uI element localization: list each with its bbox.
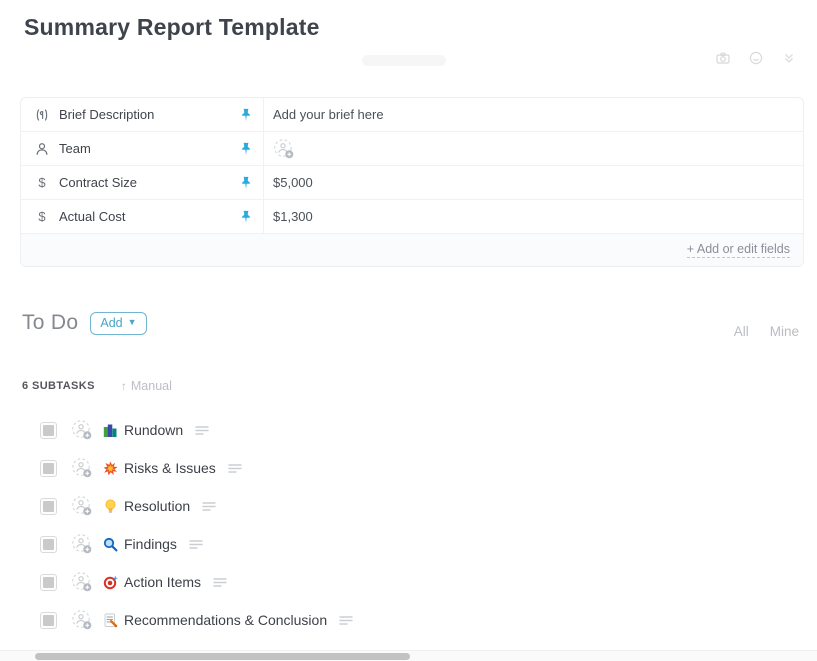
field-value-brief[interactable]: Add your brief here: [264, 98, 803, 131]
checkbox-fill: [43, 577, 54, 588]
field-value-contract-size[interactable]: $5,000: [264, 166, 803, 199]
pin-icon[interactable]: [239, 176, 253, 190]
bar-chart-emoji: [103, 422, 119, 438]
task-row: Action Items: [40, 563, 797, 601]
chevron-down-icon: ▼: [128, 318, 137, 327]
text-field-icon: [34, 107, 50, 123]
description-icon[interactable]: [189, 539, 204, 550]
faded-toolbar-pill: [362, 55, 446, 66]
task-name[interactable]: Risks & Issues: [124, 460, 216, 476]
task-row: Findings: [40, 525, 797, 563]
field-row-team: Team: [21, 132, 803, 166]
field-label: Contract Size: [59, 175, 230, 190]
pin-icon[interactable]: [239, 108, 253, 122]
todo-header: To Do Add ▼: [22, 311, 147, 335]
checkbox-fill: [43, 425, 54, 436]
field-label: Brief Description: [59, 107, 230, 122]
subtask-checkbox[interactable]: [40, 536, 57, 553]
memo-emoji: [103, 612, 119, 628]
todo-filters: All Mine: [734, 324, 799, 339]
collision-emoji: [103, 460, 119, 476]
task-name[interactable]: Rundown: [124, 422, 183, 438]
subtask-checkbox[interactable]: [40, 498, 57, 515]
field-label-cell[interactable]: Brief Description: [21, 98, 264, 131]
todo-section-title: To Do: [22, 311, 78, 335]
sort-control[interactable]: ↑ Manual: [121, 379, 172, 393]
field-label: Actual Cost: [59, 209, 230, 224]
field-row-actual-cost: $ Actual Cost $1,300: [21, 200, 803, 234]
subtask-checkbox[interactable]: [40, 612, 57, 629]
header-toolbar: [715, 50, 797, 66]
smiley-icon[interactable]: [748, 50, 764, 66]
add-assignee-icon[interactable]: [71, 571, 93, 593]
checkbox-fill: [43, 501, 54, 512]
horizontal-scrollbar-track: [0, 650, 817, 661]
add-assignee-icon[interactable]: [71, 419, 93, 441]
custom-fields-table: Brief Description Add your brief here Te…: [20, 97, 804, 267]
description-icon[interactable]: [213, 577, 228, 588]
field-label-cell[interactable]: $ Actual Cost: [21, 200, 264, 233]
checkbox-fill: [43, 615, 54, 626]
light-bulb-emoji: [103, 498, 119, 514]
person-icon: [34, 141, 50, 157]
add-assignee-icon[interactable]: [71, 495, 93, 517]
task-name[interactable]: Recommendations & Conclusion: [124, 612, 327, 628]
sort-arrow-icon: ↑: [121, 379, 127, 393]
field-row-brief-description: Brief Description Add your brief here: [21, 98, 803, 132]
add-assignee-icon[interactable]: [71, 457, 93, 479]
page-title[interactable]: Summary Report Template: [24, 14, 320, 41]
add-subtask-button[interactable]: Add ▼: [90, 312, 146, 335]
add-button-label: Add: [100, 316, 122, 330]
field-label-cell[interactable]: Team: [21, 132, 264, 165]
field-label-cell[interactable]: $ Contract Size: [21, 166, 264, 199]
task-row: Resolution: [40, 487, 797, 525]
field-value-team[interactable]: [264, 132, 803, 165]
subtask-checkbox[interactable]: [40, 574, 57, 591]
checkbox-fill: [43, 463, 54, 474]
task-row: Recommendations & Conclusion: [40, 601, 797, 639]
checkbox-fill: [43, 539, 54, 550]
description-icon[interactable]: [228, 463, 243, 474]
add-assignee-icon[interactable]: [273, 138, 295, 160]
description-icon[interactable]: [202, 501, 217, 512]
field-value-actual-cost[interactable]: $1,300: [264, 200, 803, 233]
subtask-bar: 6 SUBTASKS ↑ Manual: [22, 379, 172, 393]
description-icon[interactable]: [339, 615, 354, 626]
add-assignee-icon[interactable]: [71, 609, 93, 631]
subtask-count: 6 SUBTASKS: [22, 380, 95, 392]
task-row: Rundown: [40, 411, 797, 449]
pin-icon[interactable]: [239, 142, 253, 156]
subtask-checkbox[interactable]: [40, 460, 57, 477]
task-name[interactable]: Findings: [124, 536, 177, 552]
task-name[interactable]: Action Items: [124, 574, 201, 590]
filter-all[interactable]: All: [734, 324, 749, 339]
dart-emoji: [103, 574, 119, 590]
add-assignee-icon[interactable]: [71, 533, 93, 555]
field-row-contract-size: $ Contract Size $5,000: [21, 166, 803, 200]
dollar-icon: $: [34, 175, 50, 191]
subtask-list: Rundown Risks & Issues: [40, 411, 797, 639]
field-label: Team: [59, 141, 230, 156]
horizontal-scrollbar-thumb[interactable]: [35, 653, 410, 660]
filter-mine[interactable]: Mine: [770, 324, 799, 339]
template-page: Summary Report Template: [0, 0, 817, 661]
magnifying-glass-emoji: [103, 536, 119, 552]
fields-footer: + Add or edit fields: [21, 234, 803, 266]
task-row: Risks & Issues: [40, 449, 797, 487]
description-icon[interactable]: [195, 425, 210, 436]
add-or-edit-fields-link[interactable]: + Add or edit fields: [687, 242, 790, 258]
collapse-icon[interactable]: [781, 50, 797, 66]
pin-icon[interactable]: [239, 210, 253, 224]
sort-label: Manual: [131, 379, 172, 393]
camera-icon[interactable]: [715, 50, 731, 66]
task-name[interactable]: Resolution: [124, 498, 190, 514]
subtask-checkbox[interactable]: [40, 422, 57, 439]
dollar-icon: $: [34, 209, 50, 225]
